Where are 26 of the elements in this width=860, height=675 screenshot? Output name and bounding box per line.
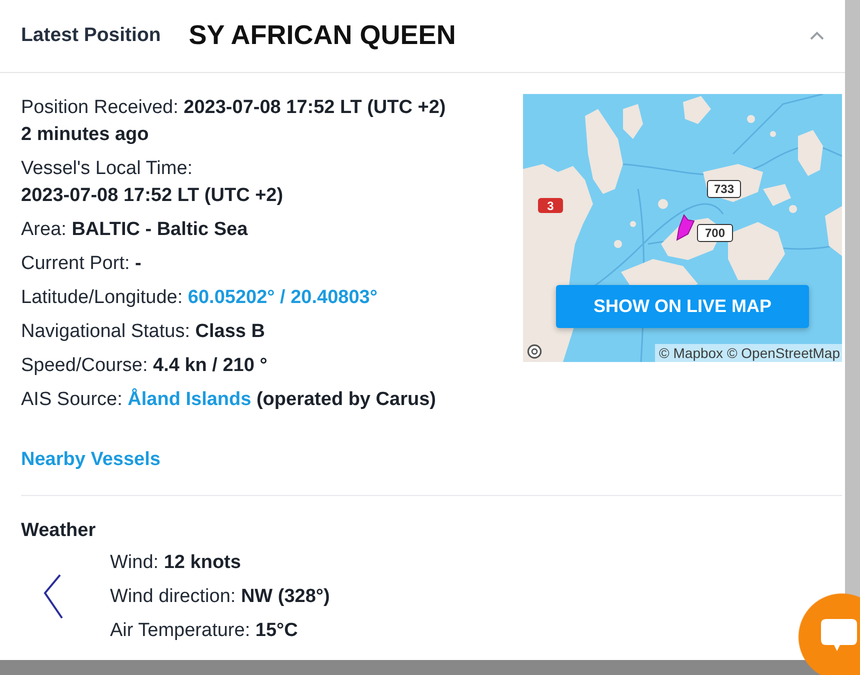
detail-text: Navigational Status: Class B (21, 320, 265, 344)
logo-icon[interactable] (527, 344, 542, 359)
weather-title: Weather (21, 519, 96, 543)
value-link[interactable]: Åland Islands (128, 389, 252, 410)
detail-text: Position Received: 2023-07-08 17:52 LT (UTC +2) (21, 96, 446, 120)
detail-text: AIS Source: Åland Islands (operated by Carus) (21, 387, 436, 412)
weather-text: Wind: 12 knots (110, 551, 241, 575)
detail-text: Latitude/Longitude: 60.05202° / 20.40803° (21, 286, 378, 310)
value-link[interactable]: 60.05202° / 20.40803° (188, 287, 378, 308)
road-shield: 3 (538, 198, 563, 213)
vessel-name: SY AFRICAN QUEEN (188, 21, 456, 51)
vessel-marker-icon[interactable] (676, 214, 695, 241)
detail-text: Current Port: - (21, 252, 142, 276)
road-shield: 733 (707, 180, 741, 198)
chat-button[interactable] (798, 593, 860, 675)
weather-text: Wind direction: NW (328°) (110, 585, 330, 609)
show-on-live-map-button[interactable]: SHOW ON LIVE MAP (556, 285, 809, 328)
map-attribution: © Mapbox © OpenStreetMap (655, 344, 842, 362)
road-shield: 700 (697, 224, 733, 242)
detail-text: Area: BALTIC - Baltic Sea (21, 218, 248, 242)
detail-text: Vessel's Local Time: 2023-07-08 17:52 LT (UTC +2) (21, 157, 284, 208)
section-title: Latest Position (21, 23, 161, 48)
weather-text: Air Temperature: 15°C (110, 619, 298, 643)
time-ago-text: 2 minutes ago (21, 123, 149, 147)
nearby-vessels-link[interactable]: Nearby Vessels (21, 446, 160, 473)
detail-text: Speed/Course: 4.4 kn / 210 ° (21, 354, 268, 378)
